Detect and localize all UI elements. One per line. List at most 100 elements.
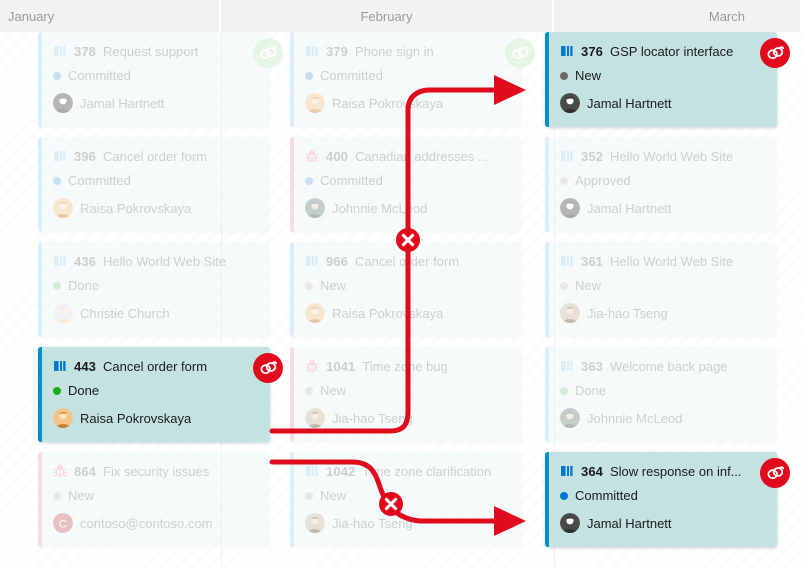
dependency-link-badge[interactable] — [253, 353, 283, 383]
card-title-row: 379 Phone sign in — [305, 42, 510, 60]
work-item-state: Committed — [68, 68, 131, 83]
avatar-jiahao — [305, 408, 325, 428]
avatar-raisa — [53, 408, 73, 428]
work-item-card[interactable]: 364 Slow response on inf... Committed Jamal… — [545, 452, 790, 547]
state-dot-icon — [305, 386, 313, 395]
work-item-id: 443 — [74, 358, 96, 374]
work-item-state: Done — [68, 278, 100, 293]
work-item-title: Request support — [103, 43, 199, 59]
work-item-title: Fix security issues — [103, 463, 210, 479]
link-icon — [511, 46, 529, 60]
work-item-id: 1041 — [326, 358, 356, 374]
plan-column-january: 378 Request support Committed Jamal Hartnet… — [38, 32, 283, 557]
dependency-link-badge[interactable] — [760, 458, 790, 488]
work-item-title: Canadian addresses ... — [355, 148, 489, 164]
work-item-title: Cancel order form — [355, 253, 460, 269]
work-item-title: Hello World Web Site — [103, 253, 227, 269]
work-item-card[interactable]: 1041 Time zone bug New Jia-hao Tseng — [290, 347, 522, 442]
card-state-row: Committed — [53, 67, 258, 84]
avatar-christie — [53, 303, 73, 323]
card-state-row: New — [560, 277, 765, 294]
card-state-row: Approved — [560, 172, 765, 189]
card-title-row: 1042 Time zone clarification — [305, 462, 510, 480]
avatar-jamal — [53, 93, 73, 113]
bug-icon — [53, 464, 67, 478]
dependency-link-badge[interactable] — [505, 38, 535, 68]
card-assignee-row: Jamal Hartnett — [560, 92, 765, 114]
state-dot-icon — [560, 176, 568, 185]
plan-board[interactable]: 378 Request support Committed Jamal Hartnet… — [0, 32, 802, 568]
avatar-jamal — [560, 198, 580, 218]
timeline-month-label: February — [360, 8, 413, 24]
work-item-card[interactable]: 378 Request support Committed Jamal Hartnet… — [38, 32, 283, 127]
work-item-id: 363 — [581, 358, 603, 374]
work-item-card[interactable]: 376 GSP locator interface New Jamal Hartnet… — [545, 32, 790, 127]
dependency-link-badge[interactable] — [760, 38, 790, 68]
work-item-id: 966 — [326, 253, 348, 269]
work-item-card[interactable]: 396 Cancel order form Committed Raisa Pokro… — [38, 137, 270, 232]
work-item-card[interactable]: 400 Canadian addresses ... Committed Johnni… — [290, 137, 522, 232]
delivery-plan-view: January February March 378 Request support C… — [0, 0, 802, 568]
work-item-title: GSP locator interface — [610, 43, 734, 59]
avatar-jamal — [560, 93, 580, 113]
timeline-month-march: March — [554, 0, 802, 32]
user-story-icon — [561, 151, 573, 161]
state-dot-icon — [53, 491, 61, 500]
work-item-id: 361 — [581, 253, 603, 269]
work-item-card[interactable]: 443 Cancel order form Done Raisa Pokrovskay… — [38, 347, 283, 442]
work-item-card[interactable]: 966 Cancel order form New Raisa Pokrovskaya — [290, 242, 522, 337]
work-item-card[interactable]: 363 Welcome back page Done Johnnie McLeod — [545, 347, 777, 442]
state-dot-icon — [560, 386, 568, 395]
work-item-card[interactable]: 864 Fix security issues New Ccontoso@contos… — [38, 452, 270, 547]
work-item-title: Slow response on inf... — [610, 463, 742, 479]
remove-dependency-443-364[interactable] — [379, 492, 403, 516]
work-item-assignee: Jia-hao Tseng — [587, 305, 668, 321]
timeline-month-february: February — [221, 0, 554, 32]
bug-icon — [305, 359, 319, 373]
work-item-card[interactable]: 361 Hello World Web Site New Jia-hao Tseng — [545, 242, 777, 337]
card-assignee-row: Christie Church — [53, 302, 258, 324]
work-item-card[interactable]: 436 Hello World Web Site Done Christie Chur… — [38, 242, 270, 337]
work-item-state: Done — [68, 383, 100, 398]
work-item-state: Committed — [575, 488, 638, 503]
state-dot-icon — [53, 281, 61, 290]
work-item-id: 396 — [74, 148, 96, 164]
work-item-id: 1042 — [326, 463, 356, 479]
user-story-icon — [561, 46, 573, 56]
user-story-icon — [306, 256, 318, 266]
card-title-row: 378 Request support — [53, 42, 258, 60]
card-assignee-row: Jia-hao Tseng — [305, 512, 510, 534]
work-item-id: 864 — [74, 463, 96, 479]
work-item-title: Cancel order form — [103, 148, 208, 164]
work-item-state: New — [68, 488, 95, 503]
work-item-card[interactable]: 352 Hello World Web Site Approved Jamal Har… — [545, 137, 777, 232]
work-item-title: Time zone clarification — [362, 463, 492, 479]
timeline-header: January February March — [0, 0, 802, 32]
plan-column-february: 379 Phone sign in Committed Raisa Pokrovska… — [290, 32, 535, 557]
card-assignee-row: Ccontoso@contoso.com — [53, 512, 258, 534]
card-state-row: Committed — [305, 67, 510, 84]
state-dot-icon — [305, 71, 313, 80]
state-dot-icon — [53, 71, 61, 80]
card-state-row: New — [305, 277, 510, 294]
remove-dependency-443-376[interactable] — [396, 228, 420, 252]
card-title-row: 400 Canadian addresses ... — [305, 147, 510, 165]
dependency-link-badge[interactable] — [253, 38, 283, 68]
work-item-id: 352 — [581, 148, 603, 164]
card-title-row: 396 Cancel order form — [53, 147, 258, 165]
card-title-row: 1041 Time zone bug — [305, 357, 510, 375]
work-item-title: Phone sign in — [355, 43, 434, 59]
timeline-month-january: January — [0, 0, 221, 32]
work-item-card[interactable]: 379 Phone sign in Committed Raisa Pokrovska… — [290, 32, 535, 127]
work-item-assignee: Raisa Pokrovskaya — [332, 95, 444, 111]
work-item-state: Approved — [575, 173, 631, 188]
card-title-row: 364 Slow response on inf... — [560, 462, 765, 480]
work-item-state: New — [320, 383, 347, 398]
work-item-title: Welcome back page — [610, 358, 728, 374]
work-item-assignee: Jamal Hartnett — [587, 515, 672, 531]
work-item-card[interactable]: 1042 Time zone clarification New Jia-hao Ts… — [290, 452, 522, 547]
work-item-assignee: Johnnie McLeod — [332, 200, 428, 216]
card-state-row: Committed — [53, 172, 258, 189]
avatar-jiahao — [305, 513, 325, 533]
user-story-icon — [561, 361, 573, 371]
